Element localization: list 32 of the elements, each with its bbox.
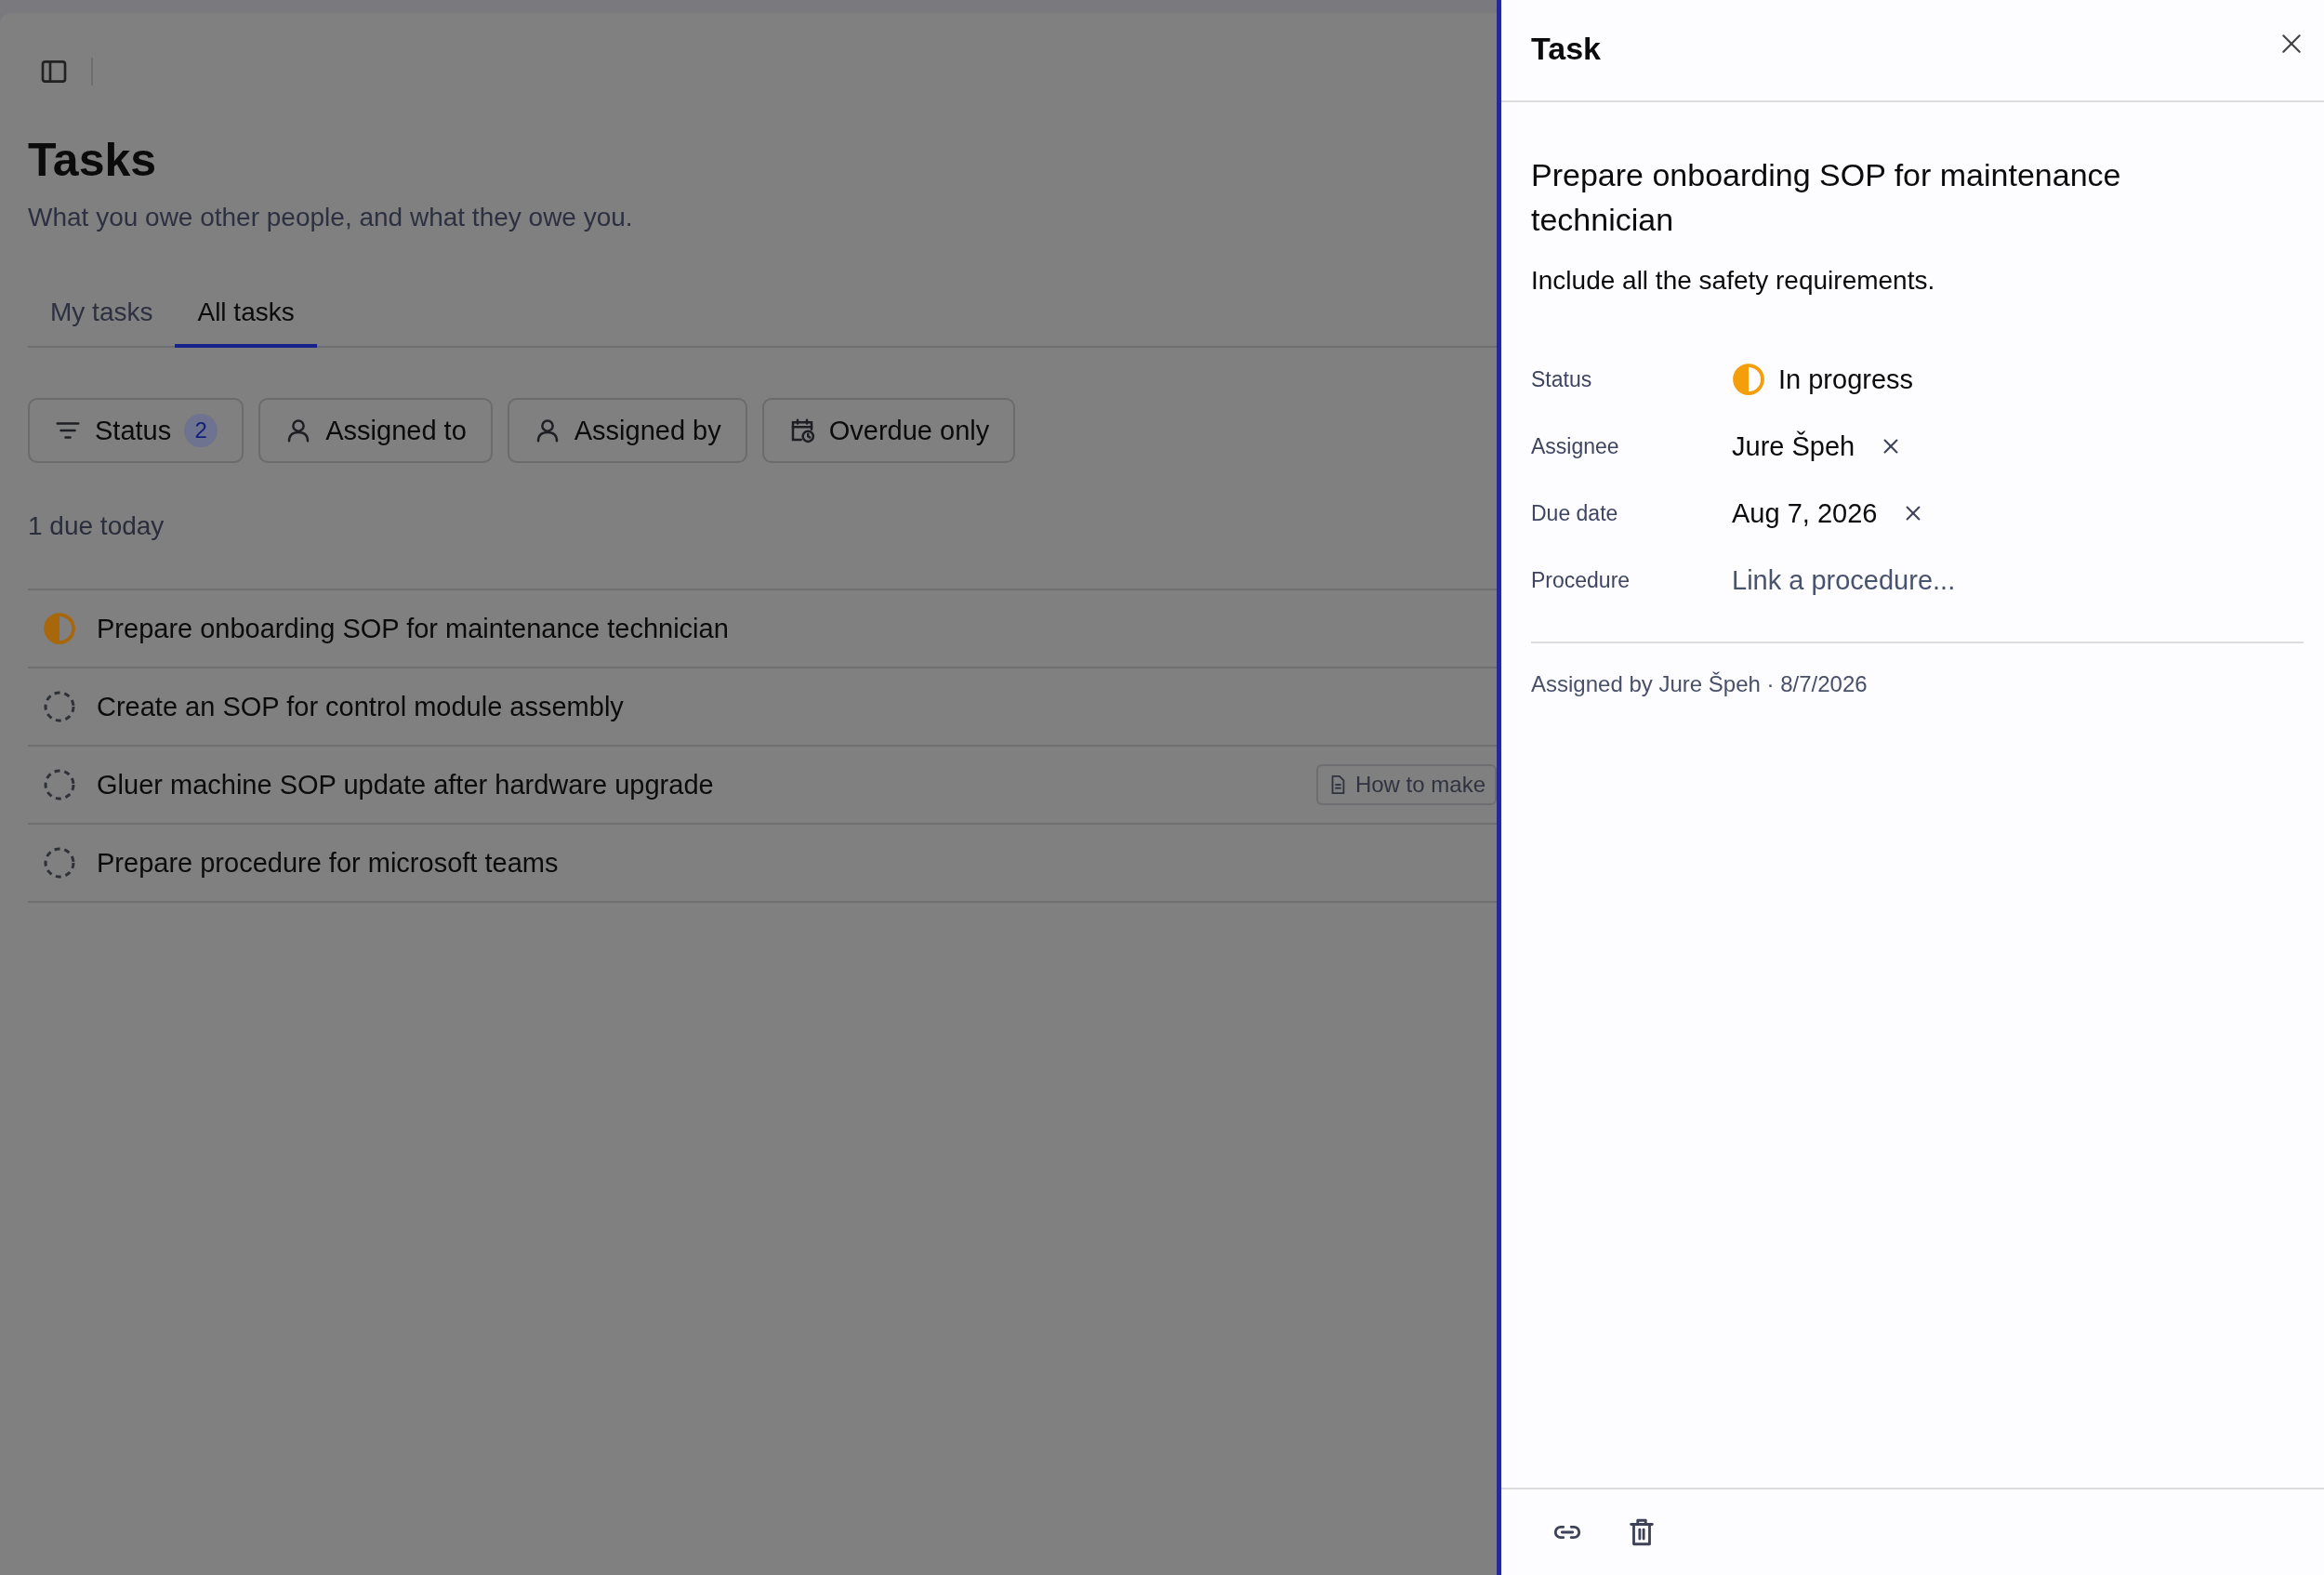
task-heading: Prepare onboarding SOP for maintenance technician bbox=[1531, 156, 2122, 239]
procedure-chip[interactable]: How to make bbox=[1315, 764, 1497, 805]
page-title: Tasks bbox=[28, 133, 158, 188]
procedure-link[interactable]: Link a procedure... bbox=[1732, 564, 1956, 596]
filter-button[interactable]: Status 2 bbox=[28, 398, 244, 463]
due-summary: 1 due today bbox=[28, 511, 165, 541]
assigned-info: Assigned by Jure Špeh · 8/7/2026 bbox=[1531, 671, 1868, 697]
task-title: Prepare procedure for microsoft teams bbox=[97, 847, 560, 879]
field-label: Procedure bbox=[1531, 567, 1631, 593]
count-badge: 2 bbox=[184, 414, 218, 447]
field-label: Assignee bbox=[1531, 433, 1620, 459]
task-row[interactable]: Prepare onboarding SOP for maintenance technician bbox=[28, 590, 1497, 668]
task-row[interactable]: Gluer machine SOP update after hardware upgrade How to make bbox=[28, 747, 1497, 825]
field-label: Due date bbox=[1531, 500, 1619, 526]
tab[interactable]: My tasks bbox=[28, 285, 176, 348]
status-select[interactable]: In progress bbox=[1732, 363, 1914, 396]
task-description: Include all the safety requirements. bbox=[1531, 266, 1936, 296]
tab[interactable]: All tasks bbox=[175, 285, 317, 348]
task-title: Prepare onboarding SOP for maintenance technician bbox=[97, 613, 730, 644]
panel-title: Task bbox=[1531, 30, 1601, 67]
task-row[interactable]: Prepare procedure for microsoft teams bbox=[28, 825, 1497, 903]
task-title: Gluer machine SOP update after hardware upgrade bbox=[97, 769, 715, 801]
field-label: Status bbox=[1531, 366, 1593, 392]
task-title: Create an SOP for control module assembly bbox=[97, 691, 625, 722]
filter-button[interactable]: Overdue only bbox=[761, 398, 1016, 463]
close-icon[interactable] bbox=[2279, 32, 2304, 56]
task-row[interactable]: Create an SOP for control module assembly bbox=[28, 668, 1497, 747]
filter-button[interactable]: Assigned to bbox=[258, 398, 493, 463]
field-value[interactable]: Jure Špeh bbox=[1732, 430, 1855, 462]
field-value[interactable]: Aug 7, 2026 bbox=[1732, 497, 1878, 529]
page-subtitle: What you owe other people, and what they owe you. bbox=[28, 203, 634, 232]
filter-button[interactable]: Assigned by bbox=[507, 398, 747, 463]
